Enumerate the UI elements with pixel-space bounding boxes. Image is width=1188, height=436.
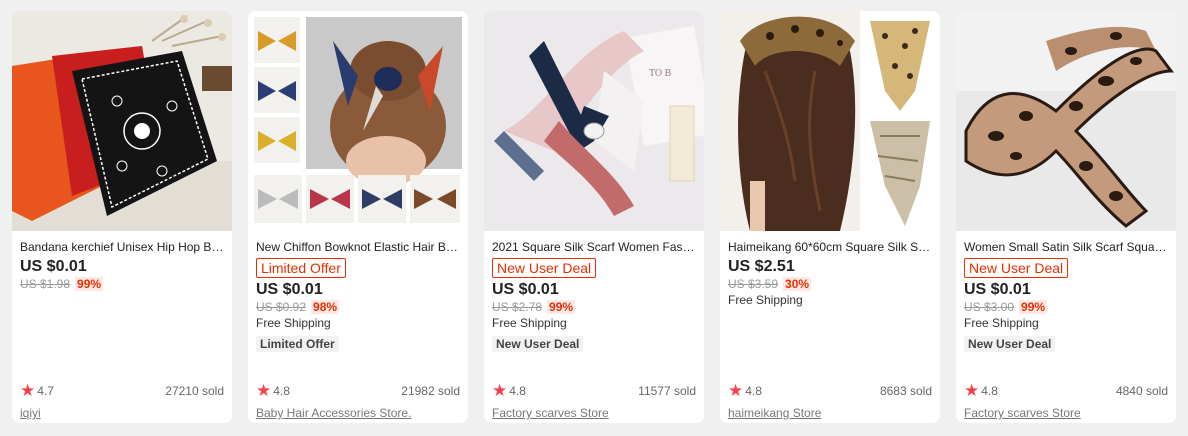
product-info: Women Small Satin Silk Scarf Square Leop… [964, 239, 1168, 423]
sold-count: 8683 sold [879, 384, 932, 398]
product-meta: ★ 4.8 4840 sold [964, 381, 1168, 400]
product-price: US $0.01 [492, 281, 559, 298]
rating: ★ 4.8 [728, 381, 762, 400]
rating-value: 4.8 [509, 384, 526, 398]
product-title[interactable]: Haimeikang 60*60cm Square Silk Scarf For… [728, 239, 932, 255]
discount-badge: 30% [783, 277, 812, 291]
rating: ★ 4.8 [256, 381, 290, 400]
rating: ★ 4.8 [492, 381, 526, 400]
shipping-label: Free Shipping [492, 316, 567, 330]
product-info: 2021 Square Silk Scarf Women Fashion Pri… [492, 239, 696, 423]
sold-count: 27210 sold [165, 384, 224, 398]
product-image[interactable] [12, 11, 232, 231]
original-price: US $0.92 [256, 300, 307, 314]
star-icon: ★ [728, 381, 744, 400]
sold-count: 11577 sold [638, 384, 696, 398]
sold-count: 21982 sold [401, 384, 460, 398]
original-price: US $1.98 [20, 277, 71, 291]
product-price: US $0.01 [964, 281, 1031, 298]
product-card[interactable]: Bandana kerchief Unisex Hip Hop Black Ha… [12, 11, 232, 423]
product-image[interactable]: TO B [484, 11, 704, 231]
product-grid: Bandana kerchief Unisex Hip Hop Black Ha… [12, 11, 1176, 423]
price-row: US $3.00 99% [964, 300, 1168, 314]
price-row: US $1.98 99% [20, 277, 224, 291]
product-title[interactable]: Women Small Satin Silk Scarf Square Leop… [964, 239, 1168, 255]
sold-count: 4840 sold [1115, 384, 1168, 398]
discount-badge: 99% [75, 277, 104, 291]
discount-badge: 98% [311, 300, 340, 314]
original-price: US $3.59 [728, 277, 779, 291]
rating-value: 4.8 [273, 384, 290, 398]
rating-value: 4.8 [981, 384, 998, 398]
price-row: US $2.78 99% [492, 300, 696, 314]
promo-badge: New User Deal [492, 258, 597, 278]
product-image[interactable] [248, 11, 468, 231]
store-link[interactable]: Factory scarves Store [492, 406, 609, 420]
original-price: US $2.78 [492, 300, 543, 314]
product-title[interactable]: Bandana kerchief Unisex Hip Hop Black Ha… [20, 239, 224, 255]
store-link[interactable]: Factory scarves Store [964, 406, 1081, 420]
product-card[interactable]: Women Small Satin Silk Scarf Square Leop… [956, 11, 1176, 423]
product-info: Haimeikang 60*60cm Square Silk Scarf For… [728, 239, 932, 423]
deal-tag: Limited Offer [256, 336, 339, 352]
rating: ★ 4.7 [20, 381, 54, 400]
product-meta: ★ 4.8 8683 sold [728, 381, 932, 400]
discount-badge: 99% [1019, 300, 1048, 314]
star-icon: ★ [492, 381, 508, 400]
star-icon: ★ [256, 381, 272, 400]
product-info: Bandana kerchief Unisex Hip Hop Black Ha… [20, 239, 224, 423]
original-price: US $3.00 [964, 300, 1015, 314]
product-image[interactable] [720, 11, 940, 231]
product-price: US $2.51 [728, 258, 795, 275]
rating: ★ 4.8 [964, 381, 998, 400]
star-icon: ★ [964, 381, 980, 400]
price-row: US $3.59 30% [728, 277, 932, 291]
store-link[interactable]: iqiyi [20, 406, 41, 420]
store-link[interactable]: haimeikang Store [728, 406, 821, 420]
promo-badge: Limited Offer [256, 258, 346, 278]
product-meta: ★ 4.8 11577 sold [492, 381, 696, 400]
product-price: US $0.01 [20, 258, 87, 275]
product-meta: ★ 4.7 27210 sold [20, 381, 224, 400]
rating-value: 4.8 [745, 384, 762, 398]
shipping-label: Free Shipping [256, 316, 331, 330]
product-meta: ★ 4.8 21982 sold [256, 381, 460, 400]
rating-value: 4.7 [37, 384, 54, 398]
discount-badge: 99% [547, 300, 576, 314]
shipping-label: Free Shipping [728, 293, 803, 307]
product-title[interactable]: 2021 Square Silk Scarf Women Fashion Pri… [492, 239, 696, 255]
product-card[interactable]: Haimeikang 60*60cm Square Silk Scarf For… [720, 11, 940, 423]
product-card[interactable]: New Chiffon Bowknot Elastic Hair Bands F… [248, 11, 468, 423]
product-image[interactable] [956, 11, 1176, 231]
svg-text:TO B: TO B [649, 68, 672, 79]
product-title[interactable]: New Chiffon Bowknot Elastic Hair Bands F… [256, 239, 460, 255]
store-link[interactable]: Baby Hair Accessories Store. [256, 406, 411, 420]
shipping-label: Free Shipping [964, 316, 1039, 330]
product-info: New Chiffon Bowknot Elastic Hair Bands F… [256, 239, 460, 423]
deal-tag: New User Deal [964, 336, 1056, 352]
deal-tag: New User Deal [492, 336, 584, 352]
promo-badge: New User Deal [964, 258, 1069, 278]
product-price: US $0.01 [256, 281, 323, 298]
price-row: US $0.92 98% [256, 300, 460, 314]
product-card[interactable]: TO B 2021 Square Silk Scarf Women Fashio… [484, 11, 704, 423]
star-icon: ★ [20, 381, 36, 400]
